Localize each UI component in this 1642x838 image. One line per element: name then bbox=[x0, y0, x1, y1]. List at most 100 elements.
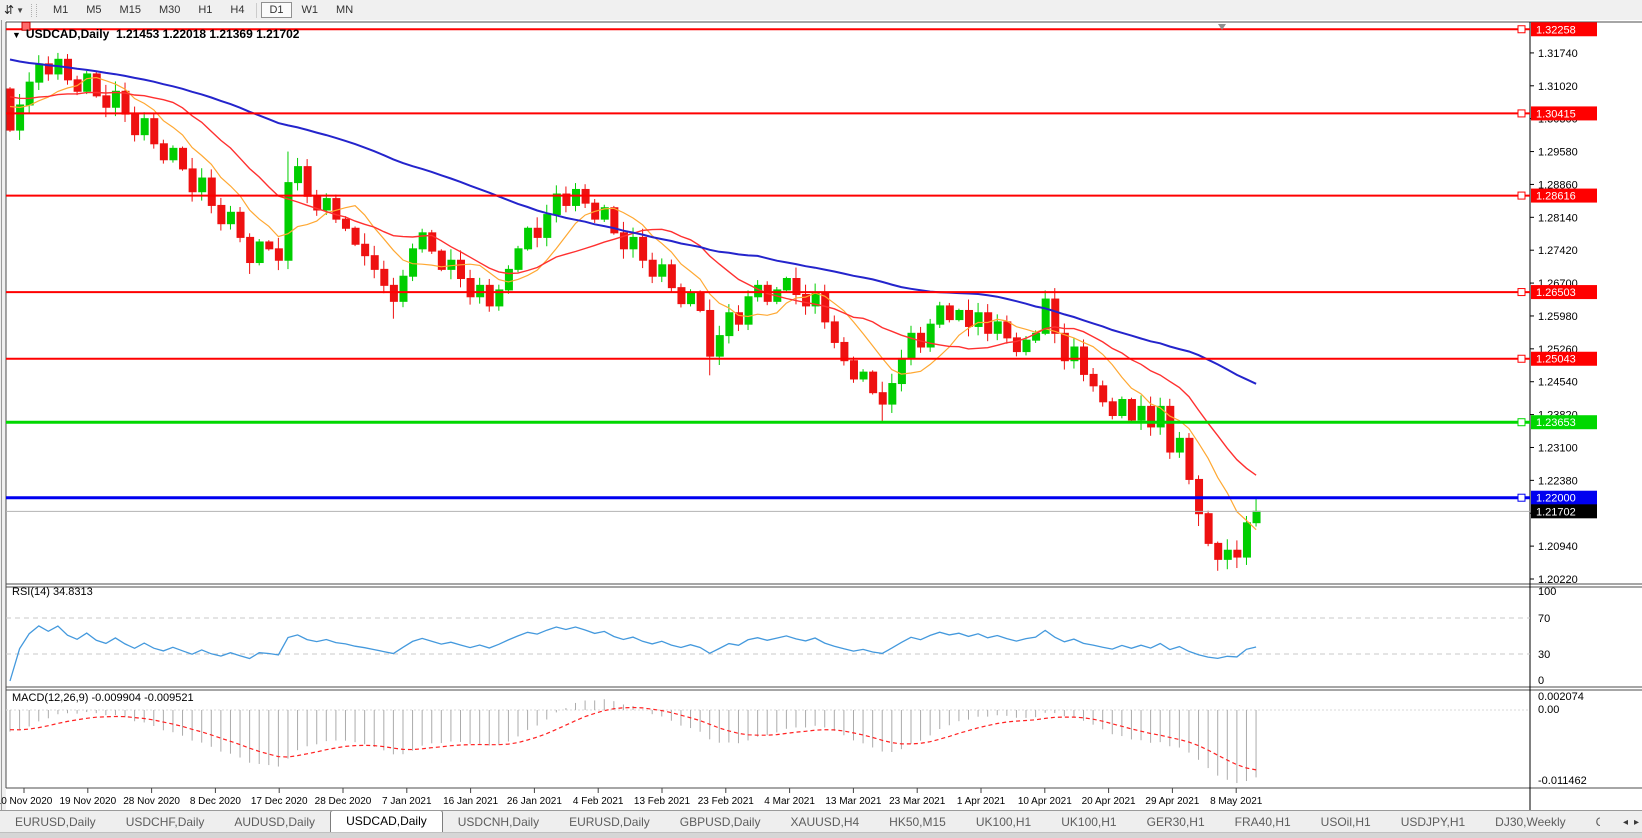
candle-body bbox=[639, 236, 648, 261]
timeframe-button-M15[interactable]: M15 bbox=[112, 2, 149, 18]
toolbar-caret-icon[interactable]: ▼ bbox=[16, 6, 24, 15]
tab-ger30-h1[interactable]: GER30,H1 bbox=[1132, 811, 1220, 833]
tab-uk100-h1[interactable]: UK100,H1 bbox=[1046, 811, 1131, 833]
tab-usdcnh-daily[interactable]: USDCNH,Daily bbox=[443, 811, 554, 833]
toolbar-grip[interactable] bbox=[30, 3, 37, 17]
line-handle-icon[interactable] bbox=[1517, 288, 1526, 297]
tab-dj30-weekly[interactable]: DJ30,Weekly bbox=[1480, 811, 1580, 833]
candle-body bbox=[1252, 510, 1261, 524]
candle-body bbox=[1099, 385, 1108, 403]
chart-tabs: EURUSD,Daily USDCHF,Daily AUDUSD,Daily USDC… bbox=[0, 811, 1600, 833]
candle-body bbox=[696, 291, 705, 311]
candle-body bbox=[1003, 321, 1012, 339]
candle-body bbox=[706, 309, 715, 357]
timeframe-button-H1[interactable]: H1 bbox=[190, 2, 220, 18]
date-label: 29 Apr 2021 bbox=[1145, 796, 1199, 807]
tab-uk100-h1[interactable]: UK100,H1 bbox=[961, 811, 1046, 833]
candle-body bbox=[1118, 399, 1127, 417]
tab-scroll-left-icon[interactable]: ◂ bbox=[1623, 817, 1628, 828]
price-tick-label: 1.31740 bbox=[1538, 48, 1578, 60]
candle-body bbox=[965, 309, 973, 327]
candle-body bbox=[715, 335, 724, 357]
line-handle-icon[interactable] bbox=[1517, 354, 1526, 363]
tab-hk50-m15[interactable]: HK50,M15 bbox=[874, 811, 961, 833]
candle-body bbox=[370, 255, 379, 270]
candle-body bbox=[1089, 373, 1098, 387]
date-label: 23 Feb 2021 bbox=[698, 796, 755, 807]
ma-slow-line bbox=[9, 58, 1257, 385]
candle-body bbox=[744, 296, 753, 325]
candle-body bbox=[456, 259, 465, 280]
timeframe-button-MN[interactable]: MN bbox=[328, 2, 361, 18]
candle-body bbox=[25, 81, 34, 106]
candle-body bbox=[1127, 399, 1136, 421]
candle-body bbox=[485, 284, 494, 307]
timeframe-button-M5[interactable]: M5 bbox=[78, 2, 109, 18]
tab-china300-h1[interactable]: CHINA300,H1 bbox=[1581, 811, 1600, 833]
candle-body bbox=[246, 236, 255, 264]
candle-body bbox=[179, 147, 188, 170]
chart-title: ▼ USDCAD,Daily 1.21453 1.22018 1.21369 1.… bbox=[12, 27, 299, 41]
candle-body bbox=[389, 284, 398, 302]
date-label: 8 Dec 2020 bbox=[190, 796, 242, 807]
candle-body bbox=[83, 73, 92, 92]
macd-indicator-label: MACD(12,26,9) -0.009904 -0.009521 bbox=[12, 692, 194, 704]
symbol-dropdown-icon[interactable]: ▼ bbox=[12, 30, 21, 40]
tab-usdchf-daily[interactable]: USDCHF,Daily bbox=[111, 811, 220, 833]
tab-fra40-h1[interactable]: FRA40,H1 bbox=[1220, 811, 1306, 833]
tab-usoil-h1[interactable]: USOil,H1 bbox=[1306, 811, 1386, 833]
candle-body bbox=[1223, 549, 1232, 560]
chart-mode-icon[interactable]: ⇵ bbox=[4, 3, 14, 17]
line-handle-icon[interactable] bbox=[1517, 493, 1526, 502]
timeframe-button-D1[interactable]: D1 bbox=[261, 2, 292, 18]
candle-body bbox=[1137, 405, 1146, 421]
candle-body bbox=[322, 198, 331, 211]
price-tick-label: 1.24540 bbox=[1538, 377, 1578, 389]
timeframe-button-M30[interactable]: M30 bbox=[151, 2, 188, 18]
candle-body bbox=[993, 321, 1002, 334]
tab-audusd-daily[interactable]: AUDUSD,Daily bbox=[219, 811, 330, 833]
date-label: 8 May 2021 bbox=[1210, 796, 1263, 807]
candle-body bbox=[1060, 332, 1069, 362]
timeframe-button-H4[interactable]: H4 bbox=[222, 2, 252, 18]
candle-body bbox=[1147, 405, 1156, 428]
candle-body bbox=[533, 227, 542, 238]
pane-structure bbox=[0, 20, 1642, 810]
tab-xauusd-h4[interactable]: XAUUSD,H4 bbox=[775, 811, 874, 833]
candle-body bbox=[35, 63, 44, 83]
candle-body bbox=[198, 177, 207, 193]
candle-body bbox=[1156, 405, 1165, 428]
price-tick-label: 1.20220 bbox=[1538, 574, 1578, 586]
candle-body bbox=[274, 248, 283, 261]
tab-eurusd-daily[interactable]: EURUSD,Daily bbox=[0, 811, 111, 833]
line-handle-icon[interactable] bbox=[1517, 109, 1526, 118]
timeframe-button-W1[interactable]: W1 bbox=[294, 2, 327, 18]
price-tick-label: 1.20940 bbox=[1538, 541, 1578, 553]
tab-eurusd-daily[interactable]: EURUSD,Daily bbox=[554, 811, 665, 833]
candle-body bbox=[1166, 405, 1175, 453]
line-handle-icon[interactable] bbox=[1517, 418, 1526, 427]
tab-gbpusd-daily[interactable]: GBPUSD,Daily bbox=[665, 811, 776, 833]
price-tick-label: 1.31020 bbox=[1538, 81, 1578, 93]
candle-body bbox=[629, 236, 638, 250]
candle-body bbox=[111, 90, 120, 108]
candle-body bbox=[897, 357, 906, 385]
price-tick-label: 1.23100 bbox=[1538, 442, 1578, 454]
candle-body bbox=[859, 371, 868, 380]
chart-canvas[interactable]: 1.202201.209401.216601.223801.231001.238… bbox=[0, 20, 1642, 810]
chart-tab-bar: EURUSD,Daily USDCHF,Daily AUDUSD,Daily USDC… bbox=[0, 810, 1642, 833]
timeframe-button-M1[interactable]: M1 bbox=[45, 2, 76, 18]
time-axis[interactable]: 10 Nov 2020 19 Nov 2020 28 Nov 2020 8 Dec 2… bbox=[0, 788, 1263, 807]
candle-body bbox=[150, 118, 159, 145]
line-handle-icon[interactable] bbox=[1517, 191, 1526, 200]
candle-body bbox=[869, 371, 878, 394]
macd-axis-label: -0.011462 bbox=[1538, 775, 1587, 787]
candle-body bbox=[217, 204, 226, 225]
tab-scroll-right-icon[interactable]: ▸ bbox=[1634, 817, 1639, 828]
line-handle-icon[interactable] bbox=[1517, 25, 1526, 34]
candle-body bbox=[1080, 346, 1089, 375]
candle-body bbox=[380, 268, 389, 286]
tab-usdcad-daily[interactable]: USDCAD,Daily bbox=[330, 811, 443, 833]
tab-usdjpy-h1[interactable]: USDJPY,H1 bbox=[1386, 811, 1480, 833]
candle-body bbox=[64, 58, 73, 81]
